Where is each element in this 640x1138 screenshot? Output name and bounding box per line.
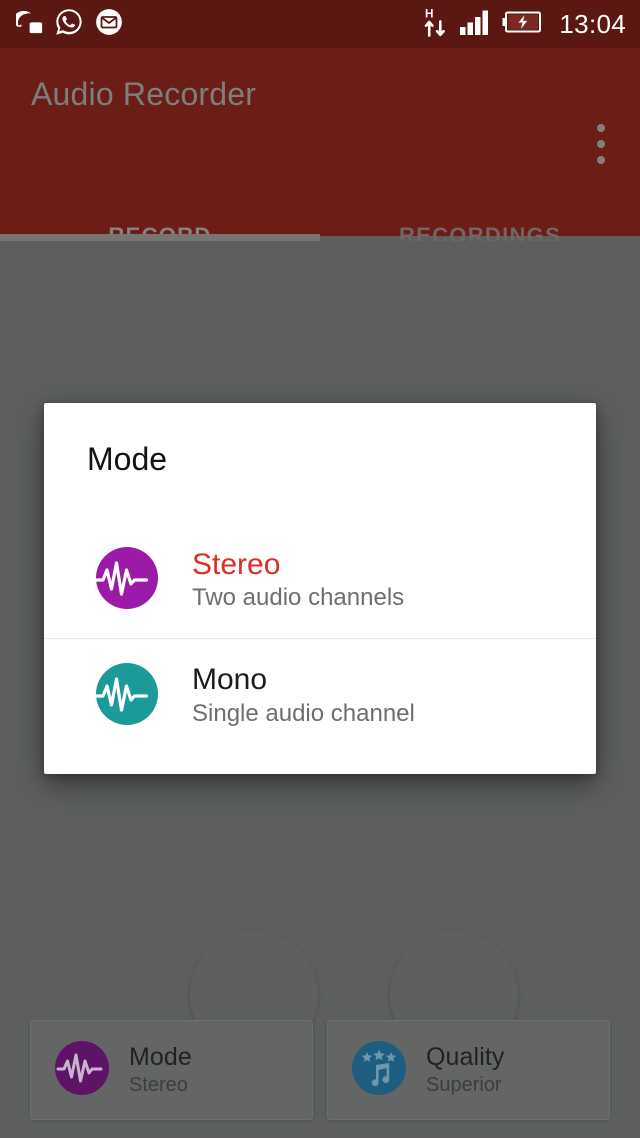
mode-dialog: Mode Stereo Two audio channels Mono Sing…	[44, 403, 596, 774]
mode-option-name: Mono	[192, 663, 268, 697]
mode-option-description: Two audio channels	[192, 584, 405, 612]
mode-option-description: Single audio channel	[192, 699, 415, 727]
mode-option-name: Stereo	[192, 547, 281, 581]
phone-screen: H 13:04 Audio Recorder RECORDINGS Mode S…	[0, 0, 640, 1138]
mode-option-stereo[interactable]: Stereo Two audio channels	[44, 523, 596, 638]
mode-option-mono[interactable]: Mono Single audio channel	[44, 638, 596, 753]
waveform-icon	[94, 545, 160, 616]
waveform-icon	[94, 661, 160, 732]
mode-option-list: Stereo Two audio channels Mono Single au…	[44, 523, 596, 753]
dialog-title: Mode	[87, 441, 168, 477]
